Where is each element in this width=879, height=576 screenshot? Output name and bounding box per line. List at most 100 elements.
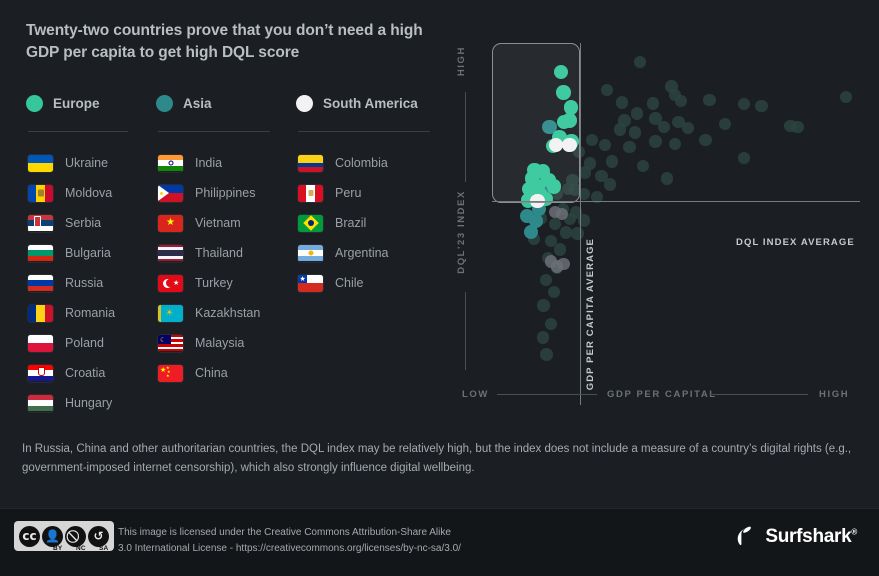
country-row: Philippines <box>158 178 260 208</box>
legend-color-dot-europe <box>26 95 43 112</box>
country-name: Brazil <box>335 216 367 230</box>
scatter-point <box>738 152 751 165</box>
flag-icon-india <box>158 154 183 172</box>
scatter-point <box>633 55 647 69</box>
license-text: This image is licensed under the Creativ… <box>118 525 461 557</box>
scatter-point <box>553 243 567 256</box>
flag-icon-chile: ★ <box>298 274 323 292</box>
country-row: Peru <box>298 178 389 208</box>
scatter-point <box>791 121 804 134</box>
scatter-point <box>636 159 650 173</box>
page-title: Twenty-two countries prove that you don’… <box>26 22 423 61</box>
flag-icon-moldova <box>28 184 53 202</box>
scatter-point <box>540 348 553 361</box>
scatter-chart: HIGH DQL'23 INDEX DQL INDEX AVERAGE GDP … <box>452 30 862 405</box>
legend-label-europe: Europe <box>53 96 100 111</box>
flag-icon-russia <box>28 274 53 292</box>
brand-name: Surfshark® <box>765 526 857 547</box>
country-name: Peru <box>335 186 362 200</box>
x-axis-tick-left <box>497 394 597 395</box>
scatter-point <box>839 90 852 103</box>
scatter-point <box>605 155 619 168</box>
legend-item-europe: Europe <box>26 95 100 112</box>
legend-label-asia: Asia <box>183 96 212 111</box>
country-row: Bulgaria <box>28 238 115 268</box>
flag-icon-poland <box>28 334 53 352</box>
scatter-point <box>539 273 552 287</box>
scatter-point <box>674 94 688 108</box>
flag-icon-serbia <box>28 214 53 232</box>
x-axis-tick-right <box>710 394 808 395</box>
scatter-point <box>631 107 644 120</box>
scatter-point <box>548 218 562 231</box>
country-name: Malaysia <box>195 336 245 350</box>
scatter-point <box>523 224 538 240</box>
country-row: India <box>158 148 260 178</box>
flag-icon-romania <box>28 304 53 322</box>
scatter-point <box>755 99 768 113</box>
gdp-per-capita-average-line <box>580 43 581 405</box>
flag-icon-peru <box>298 184 323 202</box>
country-row: Serbia <box>28 208 115 238</box>
flag-icon-ukraine <box>28 154 53 172</box>
scatter-point <box>559 226 573 239</box>
country-column-asia: India Philippines ★ Vietnam Thailand ★ Turkey ☀… <box>158 148 260 388</box>
country-name: Bulgaria <box>65 246 111 260</box>
scatter-point <box>545 317 558 331</box>
country-name: Argentina <box>335 246 389 260</box>
flag-icon-philippines <box>158 184 183 202</box>
country-row: ★ Vietnam <box>158 208 260 238</box>
country-row: Moldova <box>28 178 115 208</box>
scatter-point <box>571 227 584 240</box>
cc-sa-icon: ↺ <box>88 525 109 547</box>
scatter-point <box>657 121 671 134</box>
cc-by-icon: 👤 <box>42 525 63 547</box>
cc-sub-sa: SA <box>99 545 109 552</box>
country-name: Poland <box>65 336 104 350</box>
scatter-point <box>548 285 561 298</box>
legend-label-south-america: South America <box>323 96 418 111</box>
country-name: Chile <box>335 276 364 290</box>
dql-index-average-line <box>492 201 860 202</box>
legend-divider-asia <box>158 131 270 132</box>
scatter-point <box>536 331 549 344</box>
license-line-2: 3.0 International License - https://crea… <box>118 543 461 555</box>
flag-icon-hungary <box>28 394 53 412</box>
country-name: Turkey <box>195 276 233 290</box>
country-row: ★ Turkey <box>158 268 260 298</box>
x-axis-label: GDP PER CAPITAL <box>607 389 717 400</box>
highlight-region-box <box>492 43 580 203</box>
flag-icon-colombia <box>298 154 323 172</box>
country-name: Kazakhstan <box>195 306 261 320</box>
scatter-point <box>600 83 614 97</box>
country-row: Thailand <box>158 238 260 268</box>
country-row: Croatia <box>28 358 115 388</box>
cc-sub-by: BY <box>53 545 63 552</box>
infographic-root: Twenty-two countries prove that you don’… <box>0 0 879 576</box>
scatter-point <box>615 96 629 109</box>
flag-icon-china: ★ ★ ★ ★ <box>158 364 183 382</box>
scatter-point <box>599 138 612 151</box>
flag-icon-bulgaria <box>28 244 53 262</box>
flag-icon-vietnam: ★ <box>158 214 183 232</box>
country-row: ★ Chile <box>298 268 389 298</box>
registered-mark: ® <box>851 527 857 537</box>
country-column-europe: Ukraine Moldova Serbia Bulgaria Russia Romani… <box>28 148 115 418</box>
legend-item-south-america: South America <box>296 95 418 112</box>
scatter-point <box>738 98 751 111</box>
scatter-point <box>703 93 716 107</box>
surfshark-logo-icon <box>738 526 752 545</box>
country-name: Serbia <box>65 216 102 230</box>
country-row: Argentina <box>298 238 389 268</box>
country-name: Romania <box>65 306 116 320</box>
scatter-point <box>699 133 712 146</box>
scatter-point <box>603 178 617 191</box>
flag-icon-croatia <box>28 364 53 382</box>
country-name: Philippines <box>195 186 256 200</box>
country-name: Russia <box>65 276 104 290</box>
country-row: Poland <box>28 328 115 358</box>
scatter-point <box>646 97 659 110</box>
license-line-1: This image is licensed under the Creativ… <box>118 527 451 538</box>
legend-item-asia: Asia <box>156 95 212 112</box>
flag-icon-argentina <box>298 244 323 262</box>
